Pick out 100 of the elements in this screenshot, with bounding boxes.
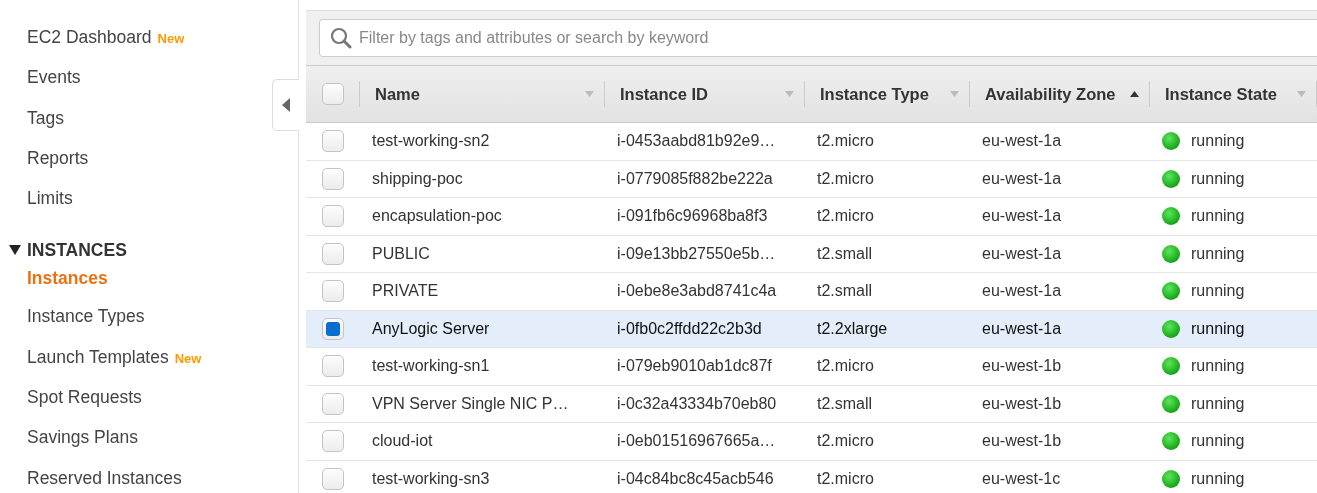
nav-item[interactable]: Events <box>27 67 81 89</box>
sort-ascending-icon[interactable] <box>1130 91 1139 97</box>
caret-icon <box>9 244 21 257</box>
table-row[interactable]: VPN Server Single NIC P… i-0c32a43334b70eb80 t2.small eu-west-1b running <box>306 385 1317 423</box>
status-dot-icon <box>1162 132 1180 151</box>
row-checkbox[interactable] <box>321 467 344 490</box>
table-cell: test-working-sn1 <box>372 357 490 376</box>
table-cell: AnyLogic Server <box>372 319 490 338</box>
status-dot-icon <box>1162 282 1180 301</box>
nav-item[interactable]: Savings Plans <box>27 427 138 449</box>
status-dot-icon <box>1162 169 1180 188</box>
table-cell: t2.small <box>817 394 873 413</box>
column-header[interactable]: Instance State <box>1165 84 1277 104</box>
table-cell: PUBLIC <box>372 244 430 263</box>
table-cell: i-079eb9010ab1dc87f <box>617 357 772 376</box>
table-row[interactable]: test-working-sn3 i-04c84bc8c45acb546 t2.micro eu-west-1c running <box>306 460 1317 493</box>
row-checkbox[interactable] <box>321 392 344 415</box>
table-cell: encapsulation-poc <box>372 207 502 226</box>
table-cell: i-0453aabd81b92e9… <box>617 132 776 151</box>
table-cell: eu-west-1b <box>982 394 1062 413</box>
sort-icon[interactable] <box>585 91 594 97</box>
status-dot-icon <box>1162 319 1180 338</box>
table-cell: i-0779085f882be222a <box>617 169 773 188</box>
table-row[interactable]: cloud-iot i-0eb01516967665a… t2.micro eu-west-1b running <box>306 423 1317 461</box>
table-cell: eu-west-1a <box>982 244 1062 263</box>
table-cell: VPN Server Single NIC P… <box>372 394 569 413</box>
column-header[interactable]: Name <box>375 84 420 104</box>
table-cell: test-working-sn2 <box>372 132 490 151</box>
table-row[interactable]: AnyLogic Server i-0fb0c2ffdd22c2b3d t2.2xlarge eu-west-1a running <box>306 310 1317 348</box>
table-cell: eu-west-1a <box>982 132 1062 151</box>
status-dot-icon <box>1162 357 1180 376</box>
table-cell: t2.micro <box>817 432 874 451</box>
row-checkbox[interactable] <box>321 130 344 153</box>
row-checkbox[interactable] <box>321 167 344 190</box>
table-cell: PRIVATE <box>372 282 439 301</box>
table-cell: t2.micro <box>817 207 874 226</box>
collapse-button[interactable] <box>272 79 299 131</box>
table-cell: eu-west-1c <box>982 469 1061 488</box>
column-header[interactable]: Instance Type <box>820 84 929 104</box>
table-cell: running <box>1191 207 1245 226</box>
table-row[interactable]: PUBLIC i-09e13bb27550e5b… t2.small eu-west-1a running <box>306 235 1317 273</box>
table-row[interactable]: shipping-poc i-0779085f882be222a t2.micro eu-west-1a running <box>306 160 1317 198</box>
table-cell: running <box>1191 319 1245 338</box>
table-cell: i-09e13bb27550e5b… <box>617 244 776 263</box>
table-cell: t2.2xlarge <box>817 319 888 338</box>
select-all-checkbox[interactable] <box>321 83 344 105</box>
new-label: New <box>174 350 202 366</box>
table-cell: running <box>1191 394 1245 413</box>
caret-left-icon <box>282 98 290 112</box>
search-field[interactable]: Filter by tags and attributes or search by keyword <box>319 19 1317 57</box>
table-row[interactable]: test-working-sn2 i-0453aabd81b92e9… t2.micro eu-west-1a running <box>306 123 1317 161</box>
row-checkbox[interactable] <box>321 205 344 228</box>
status-dot-icon <box>1162 207 1180 226</box>
sort-icon[interactable] <box>1297 91 1306 97</box>
nav-item[interactable]: Limits <box>27 188 73 210</box>
table-cell: i-0ebe8e3abd8741c4a <box>617 282 777 301</box>
table-cell: eu-west-1a <box>982 282 1062 301</box>
table-cell: t2.micro <box>817 357 874 376</box>
table-cell: cloud-iot <box>372 432 433 451</box>
table-row[interactable]: PRIVATE i-0ebe8e3abd8741c4a t2.small eu-west-1a running <box>306 273 1317 311</box>
nav-item[interactable]: Tags <box>27 107 64 129</box>
status-dot-icon <box>1162 432 1180 451</box>
table-cell: running <box>1191 432 1245 451</box>
table-cell: i-0eb01516967665a… <box>617 432 776 451</box>
row-checkbox[interactable] <box>321 280 344 303</box>
table-cell: t2.micro <box>817 469 874 488</box>
column-header[interactable]: Instance ID <box>620 84 709 104</box>
table-cell: t2.micro <box>817 169 874 188</box>
nav-item[interactable]: Instance Types <box>27 306 145 328</box>
column-header[interactable]: Availability Zone <box>985 84 1116 104</box>
table-row[interactable]: encapsulation-poc i-091fb6c96968ba8f3 t2.micro eu-west-1a running <box>306 198 1317 236</box>
table-cell: i-091fb6c96968ba8f3 <box>617 207 768 226</box>
row-checkbox[interactable] <box>321 355 344 378</box>
section-header[interactable]: INSTANCES <box>0 232 298 269</box>
table-cell: running <box>1191 132 1245 151</box>
table-row[interactable]: test-working-sn1 i-079eb9010ab1dc87f t2.micro eu-west-1b running <box>306 348 1317 386</box>
table-cell: running <box>1191 469 1245 488</box>
nav-item[interactable]: Spot Requests <box>27 387 142 409</box>
status-dot-icon <box>1162 244 1180 263</box>
sort-icon[interactable] <box>950 91 959 97</box>
table-cell: t2.small <box>817 244 873 263</box>
table-cell: eu-west-1a <box>982 319 1062 338</box>
nav-item[interactable]: EC2 Dashboard <box>27 27 152 48</box>
table-cell: i-0c32a43334b70eb80 <box>617 394 777 413</box>
table-cell: i-04c84bc8c45acb546 <box>617 469 774 488</box>
table-cell: test-working-sn3 <box>372 469 490 488</box>
row-checkbox[interactable] <box>321 317 344 340</box>
table-cell: shipping-poc <box>372 169 463 188</box>
nav-item[interactable]: Reports <box>27 147 89 169</box>
table-cell: running <box>1191 357 1245 376</box>
table-cell: i-0fb0c2ffdd22c2b3d <box>617 319 762 338</box>
table-cell: eu-west-1b <box>982 357 1062 376</box>
row-checkbox[interactable] <box>321 430 344 453</box>
nav-item[interactable]: Reserved Instances <box>27 467 182 489</box>
sort-icon[interactable] <box>785 91 794 97</box>
table-cell: eu-west-1a <box>982 169 1062 188</box>
row-checkbox[interactable] <box>321 242 344 265</box>
nav-item[interactable]: Launch Templates <box>27 346 169 368</box>
table-cell: running <box>1191 169 1245 188</box>
table-cell: t2.micro <box>817 132 874 151</box>
